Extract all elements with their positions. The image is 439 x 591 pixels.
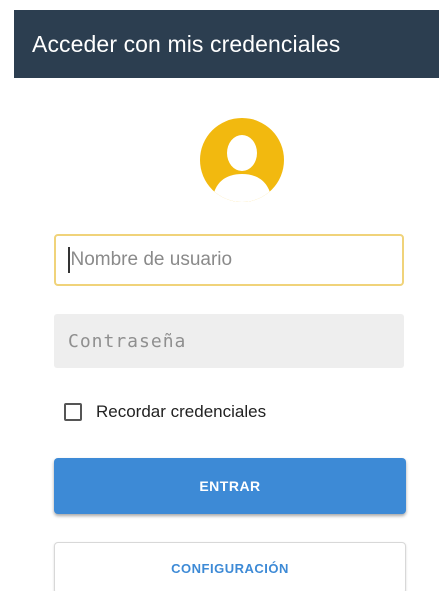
text-cursor	[68, 247, 70, 273]
avatar-silhouette	[212, 135, 272, 202]
user-avatar-icon	[200, 118, 284, 202]
username-input[interactable]: Nombre de usuario	[54, 234, 404, 286]
app-bar: Acceder con mis credenciales	[14, 10, 439, 78]
password-input[interactable]: Contraseña	[54, 314, 404, 368]
login-screen: Acceder con mis credenciales Nombre de u…	[0, 0, 439, 591]
remember-credentials-row[interactable]: Recordar credenciales	[64, 399, 266, 425]
remember-checkbox[interactable]	[64, 403, 82, 421]
username-placeholder: Nombre de usuario	[70, 249, 233, 270]
remember-label[interactable]: Recordar credenciales	[96, 402, 266, 422]
status-strip	[0, 0, 439, 10]
password-placeholder: Contraseña	[68, 330, 187, 352]
enter-button[interactable]: ENTRAR	[54, 458, 406, 514]
configuration-button[interactable]: CONFIGURACIÓN	[54, 542, 406, 591]
app-bar-title: Acceder con mis credenciales	[32, 30, 341, 57]
